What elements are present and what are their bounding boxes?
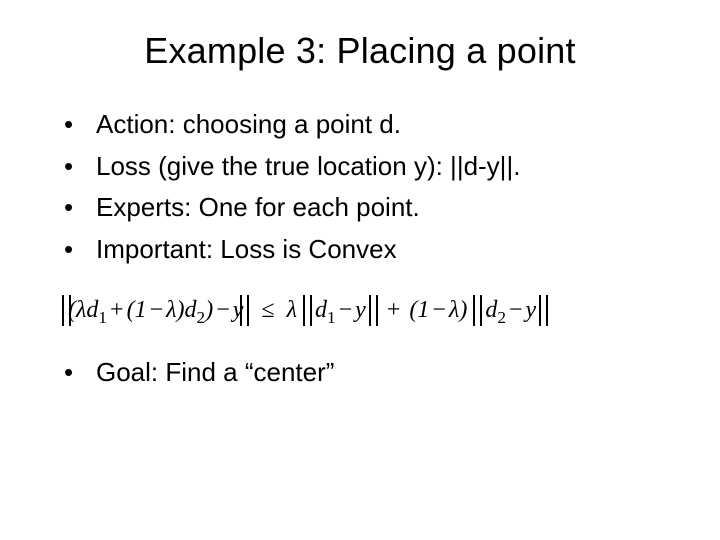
formula-lhs-norm: (λd1+(1−λ)d2)−y <box>62 297 249 324</box>
formula-r2-inner: d2−y <box>479 297 542 323</box>
slide: Example 3: Placing a point Action: choos… <box>0 0 720 540</box>
formula: (λd1+(1−λ)d2)−y ≤ λ d1−y + (1−λ) d2−y <box>62 297 664 324</box>
formula-leq: ≤ <box>255 297 280 323</box>
bullet-loss: Loss (give the true location y): ||d-y||… <box>62 148 664 186</box>
formula-r1-inner: d1−y <box>309 297 372 323</box>
formula-r2-norm: d2−y <box>473 297 548 324</box>
bullet-action: Action: choosing a point d. <box>62 106 664 144</box>
bullet-list-goal: Goal: Find a “center” <box>62 354 664 392</box>
bullet-experts: Experts: One for each point. <box>62 189 664 227</box>
formula-lhs-inner: (λd1+(1−λ)d2)−y <box>68 297 243 323</box>
bullet-important: Important: Loss is Convex <box>62 231 664 269</box>
slide-title: Example 3: Placing a point <box>56 30 664 72</box>
bullet-goal: Goal: Find a “center” <box>62 354 664 392</box>
formula-r2-coef: (1−λ) <box>409 297 467 323</box>
formula-r1-coef: λ <box>287 297 297 323</box>
formula-r1-norm: d1−y <box>303 297 378 324</box>
formula-plus: + <box>384 297 404 323</box>
bullet-list: Action: choosing a point d. Loss (give t… <box>62 106 664 269</box>
